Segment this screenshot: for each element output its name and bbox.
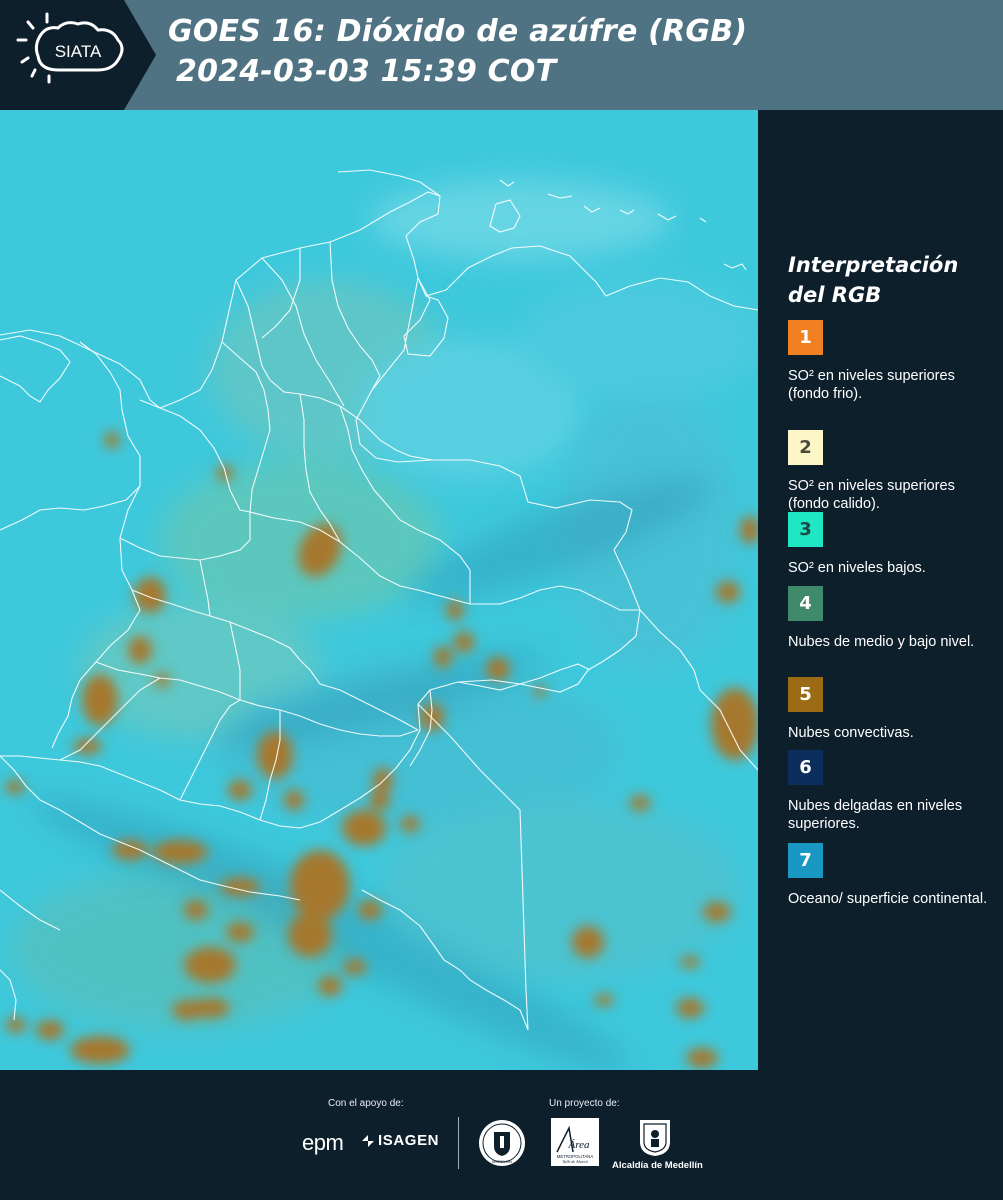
isagen-logo[interactable]: ISAGEN bbox=[378, 1132, 439, 1149]
area-metropolitana-logo[interactable]: Área METROPOLITANA Valle de Aburrá bbox=[551, 1118, 599, 1166]
page-title: GOES 16: Dióxido de azúfre (RGB) bbox=[168, 14, 748, 49]
svg-text:Área: Área bbox=[568, 1139, 590, 1151]
svg-text:Valle de Aburrá: Valle de Aburrá bbox=[562, 1159, 587, 1164]
alcaldia-shield-icon bbox=[640, 1120, 670, 1156]
siata-logo[interactable]: SIATA bbox=[0, 0, 158, 110]
satellite-image bbox=[0, 110, 758, 1070]
legend-item: 7 Oceano/ superficie continental. bbox=[788, 843, 993, 908]
legend-panel: Interpretación del RGB 1 SO² en niveles s… bbox=[758, 110, 1003, 1070]
satellite-map[interactable] bbox=[0, 110, 758, 1070]
legend-item: 1 SO² en niveles superiores (fondo frio). bbox=[788, 320, 993, 403]
legend-item-label: Nubes convectivas. bbox=[788, 725, 914, 741]
siata-logo-icon: SIATA bbox=[0, 0, 156, 110]
legend-item: 2 SO² en niveles superiores (fondo calido… bbox=[788, 430, 993, 513]
legend-swatch: 6 bbox=[788, 750, 823, 785]
legend-title: Interpretación del RGB bbox=[788, 250, 998, 310]
legend-swatch: 2 bbox=[788, 430, 823, 465]
legend-item-label: SO² en niveles superiores (fondo calido)… bbox=[788, 478, 955, 512]
legend-title-line1: Interpretación bbox=[788, 253, 959, 277]
legend-item-label: Nubes de medio y bajo nivel. bbox=[788, 634, 975, 650]
svg-text:SIATA: SIATA bbox=[55, 42, 102, 61]
footer-divider bbox=[458, 1117, 459, 1169]
legend-swatch: 3 bbox=[788, 512, 823, 547]
medellin-seal-icon[interactable]: MEDELLÍN bbox=[477, 1118, 527, 1168]
legend-swatch: 4 bbox=[788, 586, 823, 621]
legend-item-label: Oceano/ superficie continental. bbox=[788, 891, 988, 907]
timestamp: 2024-03-03 15:39 COT bbox=[176, 54, 557, 89]
epm-logo[interactable]: epm bbox=[302, 1130, 344, 1156]
legend-item: 6 Nubes delgadas en niveles superiores. bbox=[788, 750, 993, 833]
legend-swatch: 1 bbox=[788, 320, 823, 355]
legend-item: 4 Nubes de medio y bajo nivel. bbox=[788, 586, 993, 651]
isagen-logo-icon bbox=[362, 1135, 374, 1147]
legend-item-label: Nubes delgadas en niveles superiores. bbox=[788, 798, 963, 832]
svg-text:MEDELLÍN: MEDELLÍN bbox=[492, 1159, 512, 1164]
footer: Con el apoyo de: epm ISAGEN Un proyecto … bbox=[0, 1070, 1003, 1200]
support-label: Con el apoyo de: bbox=[328, 1098, 404, 1109]
legend-item: 5 Nubes convectivas. bbox=[788, 677, 993, 742]
project-label: Un proyecto de: bbox=[549, 1098, 620, 1109]
legend-item-label: SO² en niveles bajos. bbox=[788, 560, 926, 576]
legend-item-label: SO² en niveles superiores (fondo frio). bbox=[788, 368, 955, 402]
legend-item: 3 SO² en niveles bajos. bbox=[788, 512, 993, 577]
legend-swatch: 7 bbox=[788, 843, 823, 878]
alcaldia-label[interactable]: Alcaldía de Medellín bbox=[612, 1160, 703, 1171]
legend-swatch: 5 bbox=[788, 677, 823, 712]
legend-title-line2: del RGB bbox=[788, 283, 882, 307]
header-bar: SIATA GOES 16: Dióxido de azúfre (RGB) 2… bbox=[0, 0, 1003, 110]
